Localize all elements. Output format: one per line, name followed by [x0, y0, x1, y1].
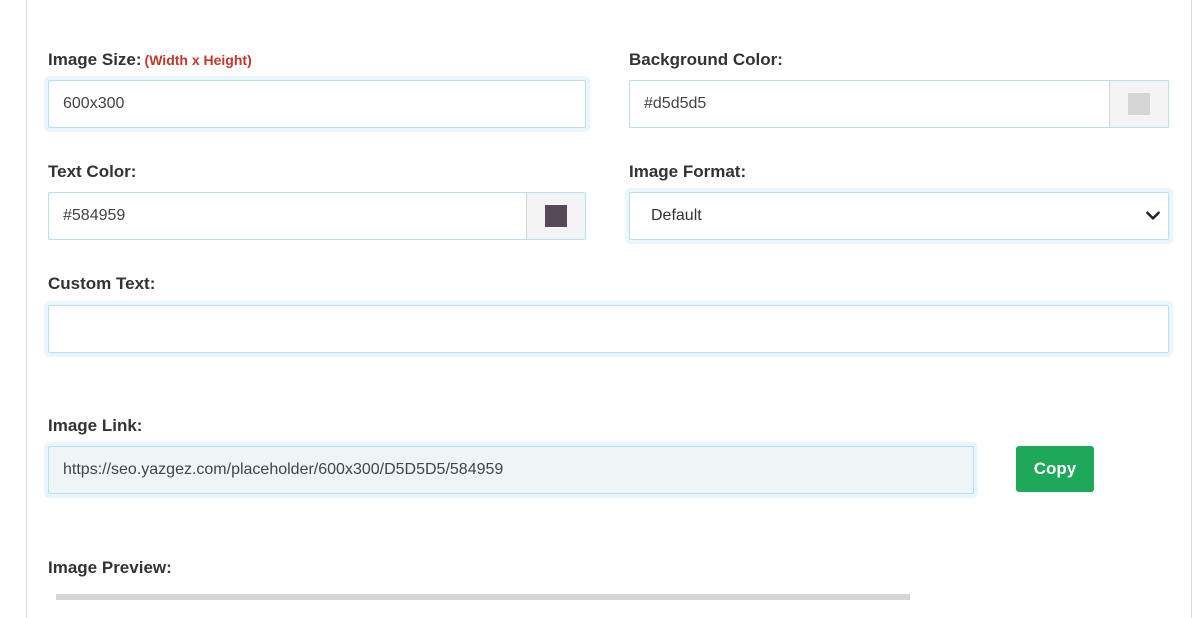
image-size-value: 600x300 — [63, 95, 125, 112]
text-color-label: Text Color: — [48, 162, 137, 181]
background-color-swatch — [1128, 93, 1150, 115]
image-size-label-text: Image Size: — [48, 50, 142, 69]
copy-button[interactable]: Copy — [1016, 446, 1094, 492]
background-color-value: #d5d5d5 — [644, 95, 707, 112]
image-format-label: Image Format: — [629, 162, 747, 181]
image-size-input[interactable]: 600x300 — [48, 80, 586, 128]
custom-text-label: Custom Text: — [48, 274, 156, 293]
image-format-select[interactable]: Default — [629, 192, 1169, 240]
text-color-value: #584959 — [63, 207, 126, 224]
image-preview — [56, 594, 910, 600]
image-size-label: Image Size: (Width x Height) — [48, 50, 252, 70]
text-color-picker[interactable] — [526, 193, 585, 239]
image-link-label: Image Link: — [48, 416, 143, 435]
image-link-value: https://seo.yazgez.com/placeholder/600x3… — [63, 461, 504, 478]
background-color-picker[interactable] — [1109, 81, 1168, 127]
image-link-input[interactable]: https://seo.yazgez.com/placeholder/600x3… — [48, 446, 974, 494]
image-size-hint: (Width x Height) — [144, 52, 252, 68]
custom-text-input[interactable] — [48, 305, 1169, 353]
background-color-label: Background Color: — [629, 50, 783, 69]
chevron-down-icon — [1146, 211, 1160, 220]
background-color-input[interactable]: #d5d5d5 — [629, 80, 1169, 128]
image-preview-label: Image Preview: — [48, 558, 172, 577]
image-format-selected: Default — [651, 207, 702, 224]
text-color-swatch — [545, 205, 567, 227]
text-color-input[interactable]: #584959 — [48, 192, 586, 240]
